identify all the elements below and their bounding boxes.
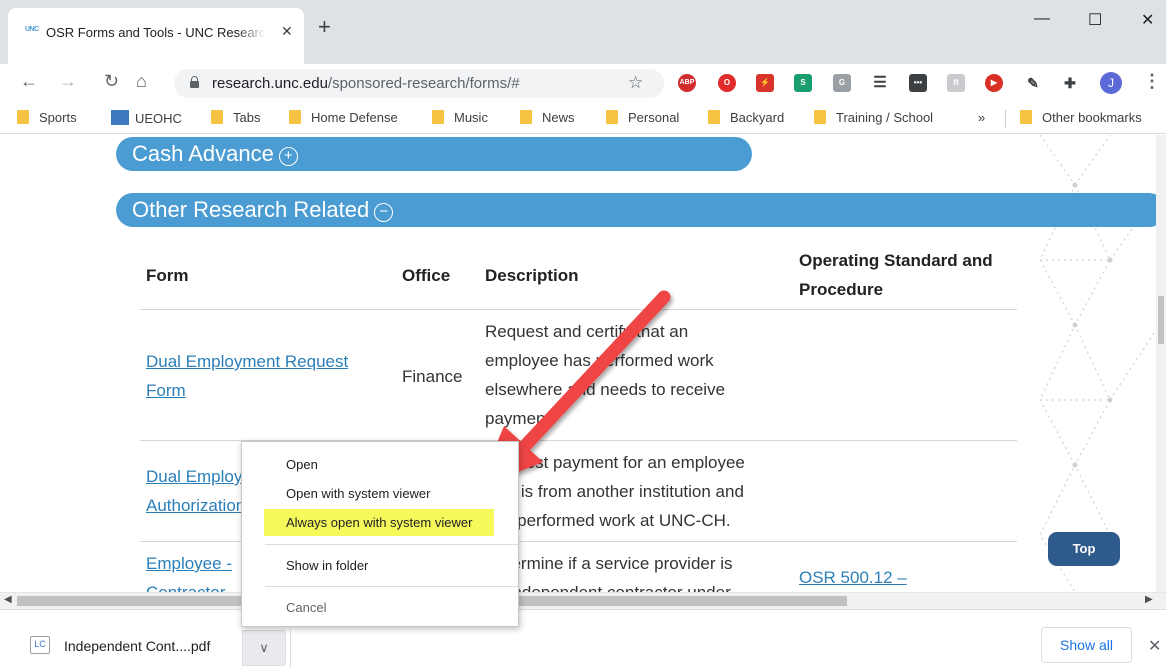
download-context-menu: Open Open with system viewer Always open… — [241, 441, 519, 627]
other-research-section[interactable]: Other Research Related − — [116, 193, 1156, 227]
download-separator — [290, 630, 291, 668]
folder-icon — [432, 110, 444, 124]
bookmark-item[interactable]: Music — [432, 110, 488, 128]
puzzle-icon[interactable]: ✚ — [1061, 74, 1079, 92]
folder-icon — [814, 110, 826, 124]
maximize-button[interactable]: ☐ — [1088, 10, 1102, 30]
unc-favicon-icon: UNC — [25, 26, 39, 33]
address-bar[interactable]: research.unc.edu/sponsored-research/form… — [174, 69, 664, 98]
show-all-button[interactable]: Show all — [1041, 627, 1132, 663]
vertical-scroll-thumb[interactable] — [1158, 296, 1164, 344]
bookmarks-bar: Sports UEOHC Tabs Home Defense Music New… — [0, 102, 1166, 134]
abp-icon[interactable]: ABP — [678, 74, 696, 92]
osr-standard-link[interactable]: OSR 500.12 – — [799, 568, 907, 587]
stylus-icon[interactable]: S — [794, 74, 812, 92]
opera-icon[interactable]: O — [718, 74, 736, 92]
horizontal-scrollbar[interactable]: ◀ ▶ — [0, 592, 1166, 609]
bookmark-item[interactable]: Personal — [606, 110, 679, 128]
scroll-right-icon[interactable]: ▶ — [1145, 594, 1153, 605]
download-shelf: LC Independent Cont....pdf ∨ Show all ✕ — [0, 609, 1166, 669]
description-cell: Determine if a service provider is an in… — [485, 554, 733, 592]
forward-icon[interactable]: → — [59, 71, 77, 91]
standard-cell[interactable]: OSR 500.12 – — [799, 563, 907, 592]
table-row-form[interactable]: Employee -Contractor — [146, 549, 232, 592]
download-filename[interactable]: Independent Cont....pdf — [64, 638, 210, 654]
office-cell: Finance — [402, 367, 463, 386]
folder-icon — [289, 110, 301, 124]
menu-item-show-in-folder[interactable]: Show in folder — [242, 553, 520, 579]
grammarly-icon[interactable]: G — [833, 74, 851, 92]
header-description: Description — [485, 266, 579, 285]
new-tab-button[interactable]: + — [318, 16, 331, 38]
header-form: Form — [146, 266, 189, 285]
chrome-menu-icon[interactable]: ⋮ — [1143, 71, 1161, 92]
header-office: Office — [402, 266, 451, 285]
collapse-minus-icon[interactable]: − — [374, 203, 394, 222]
lock-icon[interactable] — [190, 76, 199, 88]
bookmark-item[interactable]: Backyard — [708, 110, 784, 128]
bookmark-item[interactable]: Training / School — [814, 110, 933, 128]
record-icon[interactable]: ▶ — [985, 74, 1003, 92]
home-icon[interactable]: ⌂ — [136, 71, 147, 91]
menu-item-always-open-system-viewer[interactable]: Always open with system viewer — [242, 509, 520, 536]
menu-item-open[interactable]: Open — [242, 452, 520, 478]
bookmarks-overflow-button[interactable]: » — [978, 110, 985, 128]
folder-icon — [211, 110, 223, 124]
dots-icon[interactable]: ••• — [909, 74, 927, 92]
expand-plus-icon[interactable]: + — [278, 147, 298, 166]
folder-icon — [520, 110, 532, 124]
cash-advance-section[interactable]: Cash Advance + — [116, 137, 752, 171]
description-cell: Request and certify that an employee has… — [485, 322, 726, 428]
reload-icon[interactable]: ↻ — [104, 71, 119, 91]
bookmark-item[interactable]: UEOHC — [111, 110, 182, 128]
page-content: Cash Advance + Other Research Related − Fo… — [0, 135, 1156, 592]
bookmark-star-icon[interactable]: ☆ — [628, 73, 643, 93]
menu-separator — [265, 544, 518, 545]
ext-icon[interactable]: ft — [947, 74, 965, 92]
dual-employment-request-link[interactable]: Dual Employment Request Form — [146, 352, 348, 400]
ueohc-icon — [111, 110, 129, 125]
tab-close-icon[interactable]: ✕ — [281, 23, 293, 40]
description-cell: Request payment for an employee who is f… — [485, 453, 745, 530]
tab-title: OSR Forms and Tools - UNC Research — [46, 25, 266, 40]
table-row-form[interactable]: Dual Employment Request Form — [146, 347, 348, 405]
minimize-button[interactable]: — — [1034, 10, 1050, 28]
folder-icon — [17, 110, 29, 124]
browser-toolbar: ← → ↻ ⌂ research.unc.edu/sponsored-resea… — [0, 64, 1166, 102]
url-text[interactable]: research.unc.edu/sponsored-research/form… — [212, 75, 520, 92]
bookmark-item[interactable]: Home Defense — [289, 110, 398, 128]
folder-icon — [1020, 110, 1032, 124]
tab-strip: UNC OSR Forms and Tools - UNC Research ✕… — [0, 0, 1166, 64]
flash-icon[interactable]: ⚡ — [756, 74, 774, 92]
vertical-scrollbar[interactable] — [1156, 135, 1166, 592]
menu-separator — [265, 586, 518, 587]
bookmark-item[interactable]: Tabs — [211, 110, 260, 128]
menu-item-open-system-viewer[interactable]: Open with system viewer — [242, 481, 520, 507]
header-standard: Operating Standard and Procedure — [799, 251, 993, 299]
folder-icon — [708, 110, 720, 124]
back-to-top-button[interactable]: Top — [1048, 532, 1120, 566]
window-close-button[interactable]: ✕ — [1141, 10, 1154, 30]
bookmark-item[interactable]: Sports — [17, 110, 77, 128]
other-bookmarks[interactable]: Other bookmarks — [1020, 110, 1142, 128]
profile-avatar[interactable]: J — [1100, 72, 1122, 94]
bookmarks-separator — [1005, 110, 1006, 128]
pdf-file-icon: LC — [30, 636, 50, 654]
employee-contractor-link[interactable]: Employee -Contractor — [146, 554, 232, 592]
download-shelf-close-icon[interactable]: ✕ — [1148, 636, 1161, 656]
download-options-button[interactable]: ∨ — [242, 630, 286, 666]
back-icon[interactable]: ← — [20, 71, 38, 91]
folder-icon — [606, 110, 618, 124]
eyedropper-icon[interactable]: ✎ — [1024, 74, 1042, 92]
bookmark-item[interactable]: News — [520, 110, 575, 128]
row-divider — [140, 309, 1017, 310]
scroll-left-icon[interactable]: ◀ — [4, 594, 12, 605]
menu-item-cancel[interactable]: Cancel — [242, 595, 520, 621]
reader-icon[interactable]: ☰ — [871, 74, 889, 92]
browser-tab[interactable]: UNC OSR Forms and Tools - UNC Research ✕ — [8, 8, 304, 64]
